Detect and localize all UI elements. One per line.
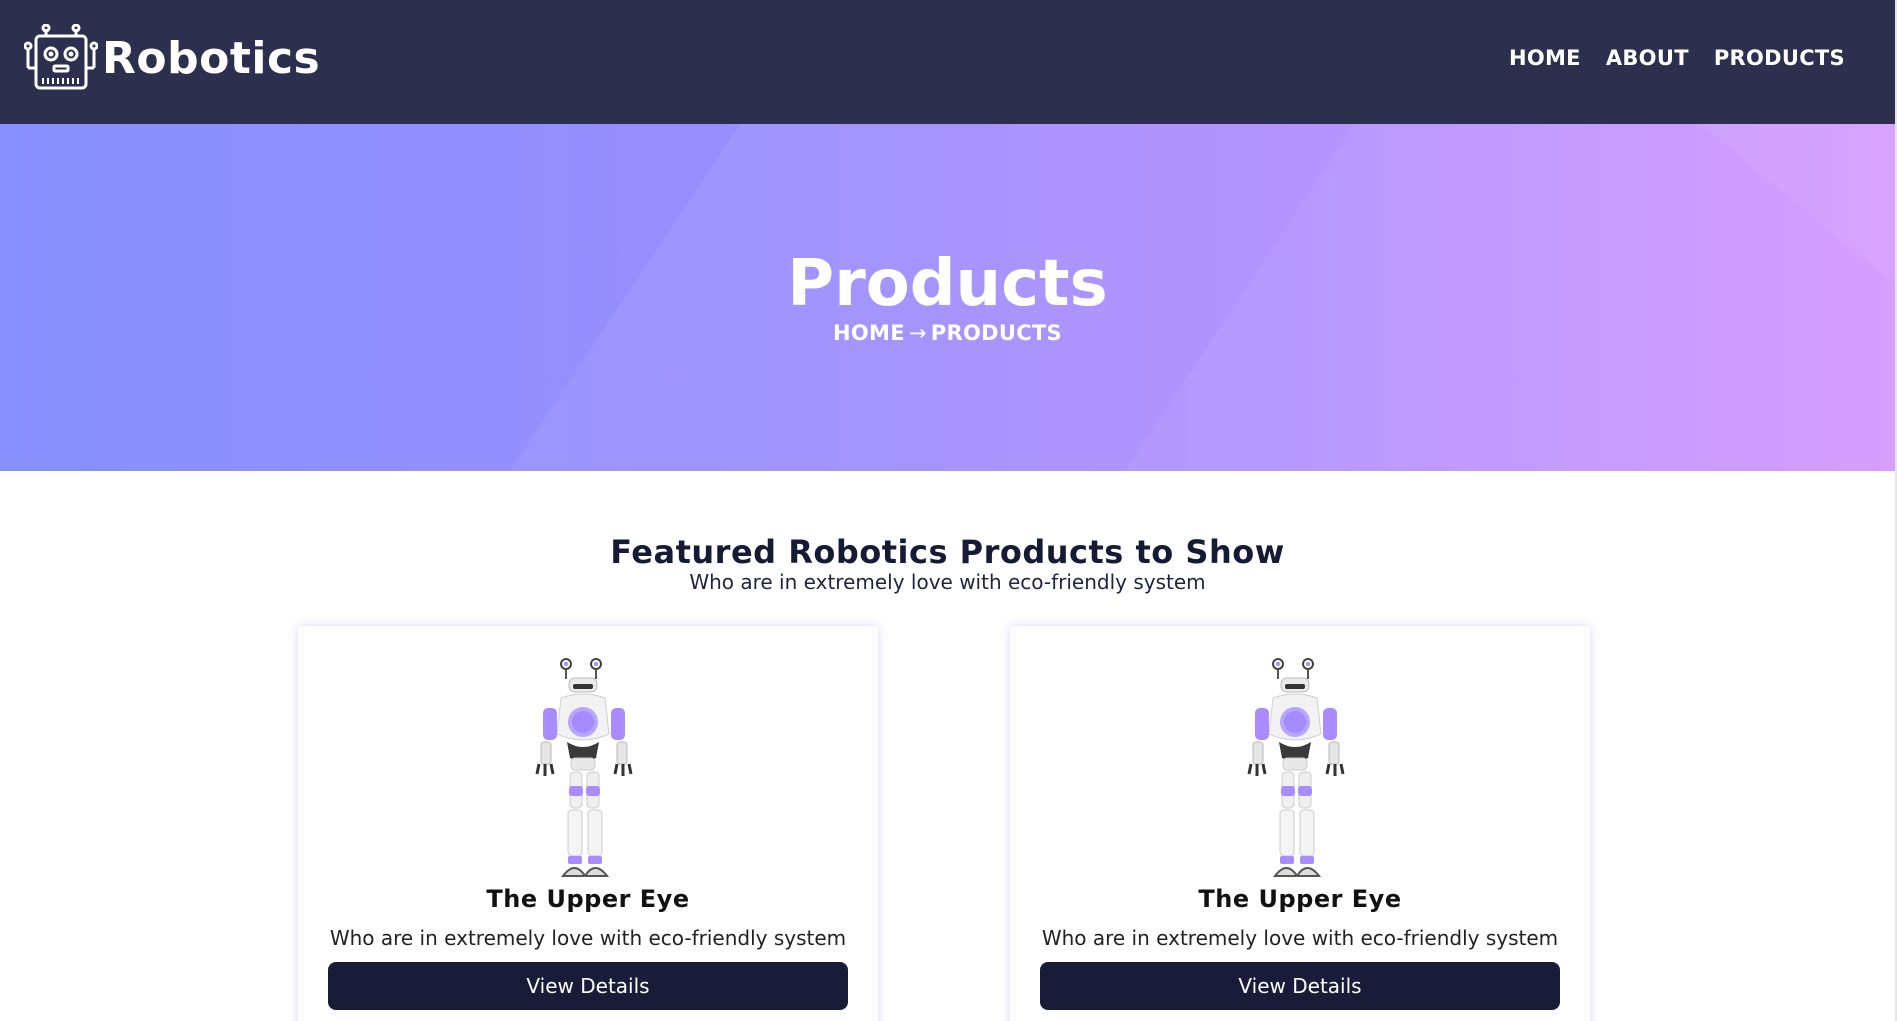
main-nav: HOME ABOUT PRODUCTS	[1484, 46, 1845, 70]
section-subtitle: Who are in extremely love with eco-frien…	[689, 570, 1206, 594]
breadcrumb-current: PRODUCTS	[930, 321, 1062, 345]
view-details-button[interactable]: View Details	[328, 962, 848, 1010]
robot-illustration	[535, 658, 633, 877]
page: Robotics HOME ABOUT PRODUCTS Products HO…	[0, 0, 1895, 1021]
nav-link-about[interactable]: ABOUT	[1606, 46, 1689, 70]
breadcrumb-separator: →	[908, 321, 927, 345]
brand[interactable]: Robotics	[24, 24, 320, 92]
product-card: The Upper Eye Who are in extremely love …	[298, 626, 878, 1021]
product-title: The Upper Eye	[486, 885, 690, 913]
hero-banner: Products HOME → PRODUCTS	[0, 124, 1895, 471]
robot-illustration	[1247, 658, 1345, 877]
nav-link-home[interactable]: HOME	[1509, 46, 1581, 70]
section-title: Featured Robotics Products to Show	[610, 533, 1285, 571]
robot-head-icon	[24, 24, 98, 90]
breadcrumb-home[interactable]: HOME	[833, 321, 905, 345]
nav-link-products[interactable]: PRODUCTS	[1714, 46, 1845, 70]
breadcrumb: HOME → PRODUCTS	[0, 321, 1895, 345]
product-card: The Upper Eye Who are in extremely love …	[1010, 626, 1590, 1021]
page-title: Products	[787, 247, 1108, 321]
product-description: Who are in extremely love with eco-frien…	[329, 926, 847, 950]
brand-name: Robotics	[102, 32, 321, 84]
product-title: The Upper Eye	[1198, 885, 1402, 913]
view-details-button[interactable]: View Details	[1040, 962, 1560, 1010]
site-header: Robotics HOME ABOUT PRODUCTS	[0, 0, 1895, 124]
product-description: Who are in extremely love with eco-frien…	[1041, 926, 1559, 950]
